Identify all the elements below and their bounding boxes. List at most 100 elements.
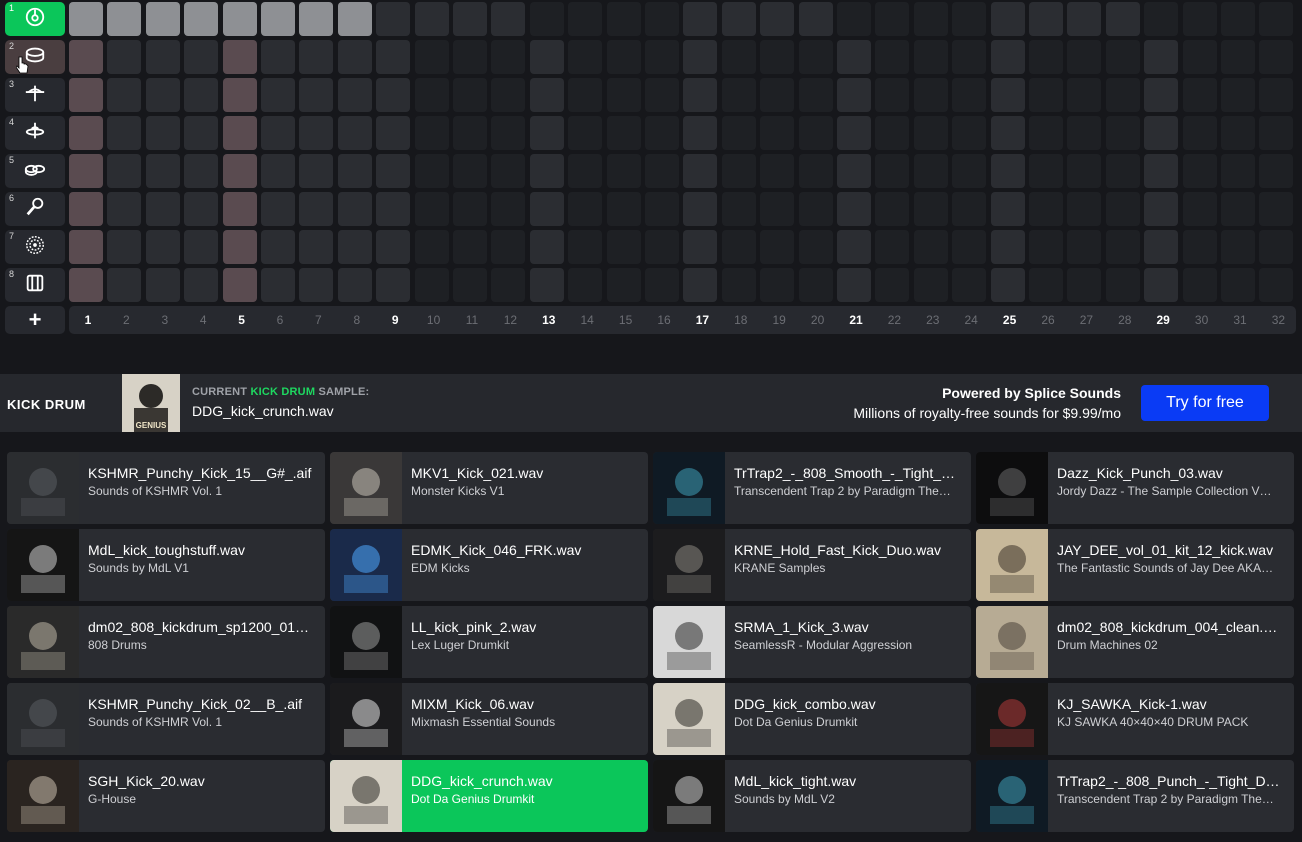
step-cell[interactable] — [261, 116, 295, 150]
step-cell[interactable] — [798, 230, 833, 264]
step-cell[interactable] — [145, 78, 180, 112]
step-cell[interactable] — [299, 116, 334, 150]
step-cell[interactable] — [952, 2, 987, 36]
try-for-free-button[interactable]: Try for free — [1141, 385, 1269, 421]
step-cell[interactable] — [107, 192, 142, 226]
step-cell[interactable] — [337, 40, 372, 74]
step-cell[interactable] — [1221, 2, 1255, 36]
step-cell[interactable] — [261, 2, 295, 36]
step-cell[interactable] — [222, 154, 257, 188]
step-cell[interactable] — [69, 2, 103, 36]
step-cell[interactable] — [875, 154, 910, 188]
step-cell[interactable] — [414, 116, 449, 150]
step-cell[interactable] — [1221, 116, 1255, 150]
step-cell[interactable] — [453, 154, 487, 188]
step-cell[interactable] — [453, 230, 487, 264]
step-cell[interactable] — [261, 268, 295, 302]
step-cell[interactable] — [453, 268, 487, 302]
step-cell[interactable] — [837, 2, 871, 36]
step-cell[interactable] — [837, 154, 871, 188]
step-cell[interactable] — [1259, 40, 1294, 74]
step-cell[interactable] — [990, 268, 1025, 302]
step-cell[interactable] — [760, 192, 795, 226]
instrument-row-button-4[interactable]: 4 — [5, 116, 65, 150]
step-cell[interactable] — [222, 268, 257, 302]
step-cell[interactable] — [107, 116, 142, 150]
step-cell[interactable] — [337, 78, 372, 112]
sample-card[interactable]: LL_kick_pink_2.wav Lex Luger Drumkit — [330, 606, 648, 678]
step-cell[interactable] — [145, 268, 180, 302]
step-cell[interactable] — [299, 268, 334, 302]
step-cell[interactable] — [376, 268, 411, 302]
step-cell[interactable] — [1221, 40, 1255, 74]
step-cell[interactable] — [1105, 154, 1140, 188]
step-cell[interactable] — [222, 116, 257, 150]
step-cell[interactable] — [721, 230, 756, 264]
step-cell[interactable] — [568, 268, 603, 302]
step-cell[interactable] — [1067, 78, 1102, 112]
step-cell[interactable] — [69, 268, 103, 302]
step-cell[interactable] — [683, 116, 718, 150]
step-cell[interactable] — [990, 78, 1025, 112]
step-cell[interactable] — [491, 154, 526, 188]
step-cell[interactable] — [145, 154, 180, 188]
step-cell[interactable] — [875, 40, 910, 74]
step-cell[interactable] — [107, 230, 142, 264]
step-cell[interactable] — [1144, 154, 1179, 188]
step-cell[interactable] — [453, 2, 487, 36]
step-cell[interactable] — [721, 40, 756, 74]
step-cell[interactable] — [184, 154, 219, 188]
step-cell[interactable] — [529, 78, 564, 112]
step-cell[interactable] — [683, 268, 718, 302]
step-cell[interactable] — [1029, 116, 1063, 150]
step-cell[interactable] — [798, 154, 833, 188]
instrument-row-button-7[interactable]: 7 — [5, 230, 65, 264]
step-cell[interactable] — [337, 230, 372, 264]
step-cell[interactable] — [107, 78, 142, 112]
sample-card[interactable]: MIXM_Kick_06.wav Mixmash Essential Sounds — [330, 683, 648, 755]
step-cell[interactable] — [1144, 268, 1179, 302]
step-cell[interactable] — [913, 40, 948, 74]
step-cell[interactable] — [337, 2, 372, 36]
step-cell[interactable] — [683, 40, 718, 74]
step-cell[interactable] — [568, 154, 603, 188]
step-cell[interactable] — [1259, 2, 1294, 36]
step-cell[interactable] — [145, 230, 180, 264]
step-cell[interactable] — [1182, 116, 1217, 150]
step-cell[interactable] — [1105, 230, 1140, 264]
step-cell[interactable] — [69, 154, 103, 188]
step-cell[interactable] — [453, 40, 487, 74]
step-cell[interactable] — [837, 116, 871, 150]
step-cell[interactable] — [299, 78, 334, 112]
step-cell[interactable] — [683, 230, 718, 264]
step-cell[interactable] — [1182, 230, 1217, 264]
step-cell[interactable] — [645, 192, 679, 226]
step-cell[interactable] — [414, 192, 449, 226]
step-cell[interactable] — [299, 192, 334, 226]
sample-card[interactable]: EDMK_Kick_046_FRK.wav EDM Kicks — [330, 529, 648, 601]
add-row-button[interactable]: + — [5, 306, 65, 334]
step-cell[interactable] — [760, 230, 795, 264]
step-cell[interactable] — [184, 78, 219, 112]
step-cell[interactable] — [1029, 230, 1063, 264]
step-cell[interactable] — [107, 154, 142, 188]
step-cell[interactable] — [1029, 268, 1063, 302]
instrument-row-button-2[interactable]: 2 — [5, 40, 65, 74]
sample-card[interactable]: TrTrap2_-_808_Smooth_-_Tight_… Transcende… — [653, 452, 971, 524]
step-cell[interactable] — [491, 40, 526, 74]
step-cell[interactable] — [222, 230, 257, 264]
step-cell[interactable] — [952, 116, 987, 150]
step-cell[interactable] — [69, 192, 103, 226]
step-cell[interactable] — [913, 116, 948, 150]
step-cell[interactable] — [1259, 154, 1294, 188]
step-cell[interactable] — [107, 2, 142, 36]
step-cell[interactable] — [990, 40, 1025, 74]
step-cell[interactable] — [1067, 116, 1102, 150]
step-cell[interactable] — [1144, 40, 1179, 74]
step-cell[interactable] — [875, 192, 910, 226]
step-cell[interactable] — [1105, 78, 1140, 112]
step-cell[interactable] — [529, 192, 564, 226]
step-cell[interactable] — [568, 78, 603, 112]
step-cell[interactable] — [491, 116, 526, 150]
sample-card[interactable]: MdL_kick_toughstuff.wav Sounds by MdL V1 — [7, 529, 325, 601]
